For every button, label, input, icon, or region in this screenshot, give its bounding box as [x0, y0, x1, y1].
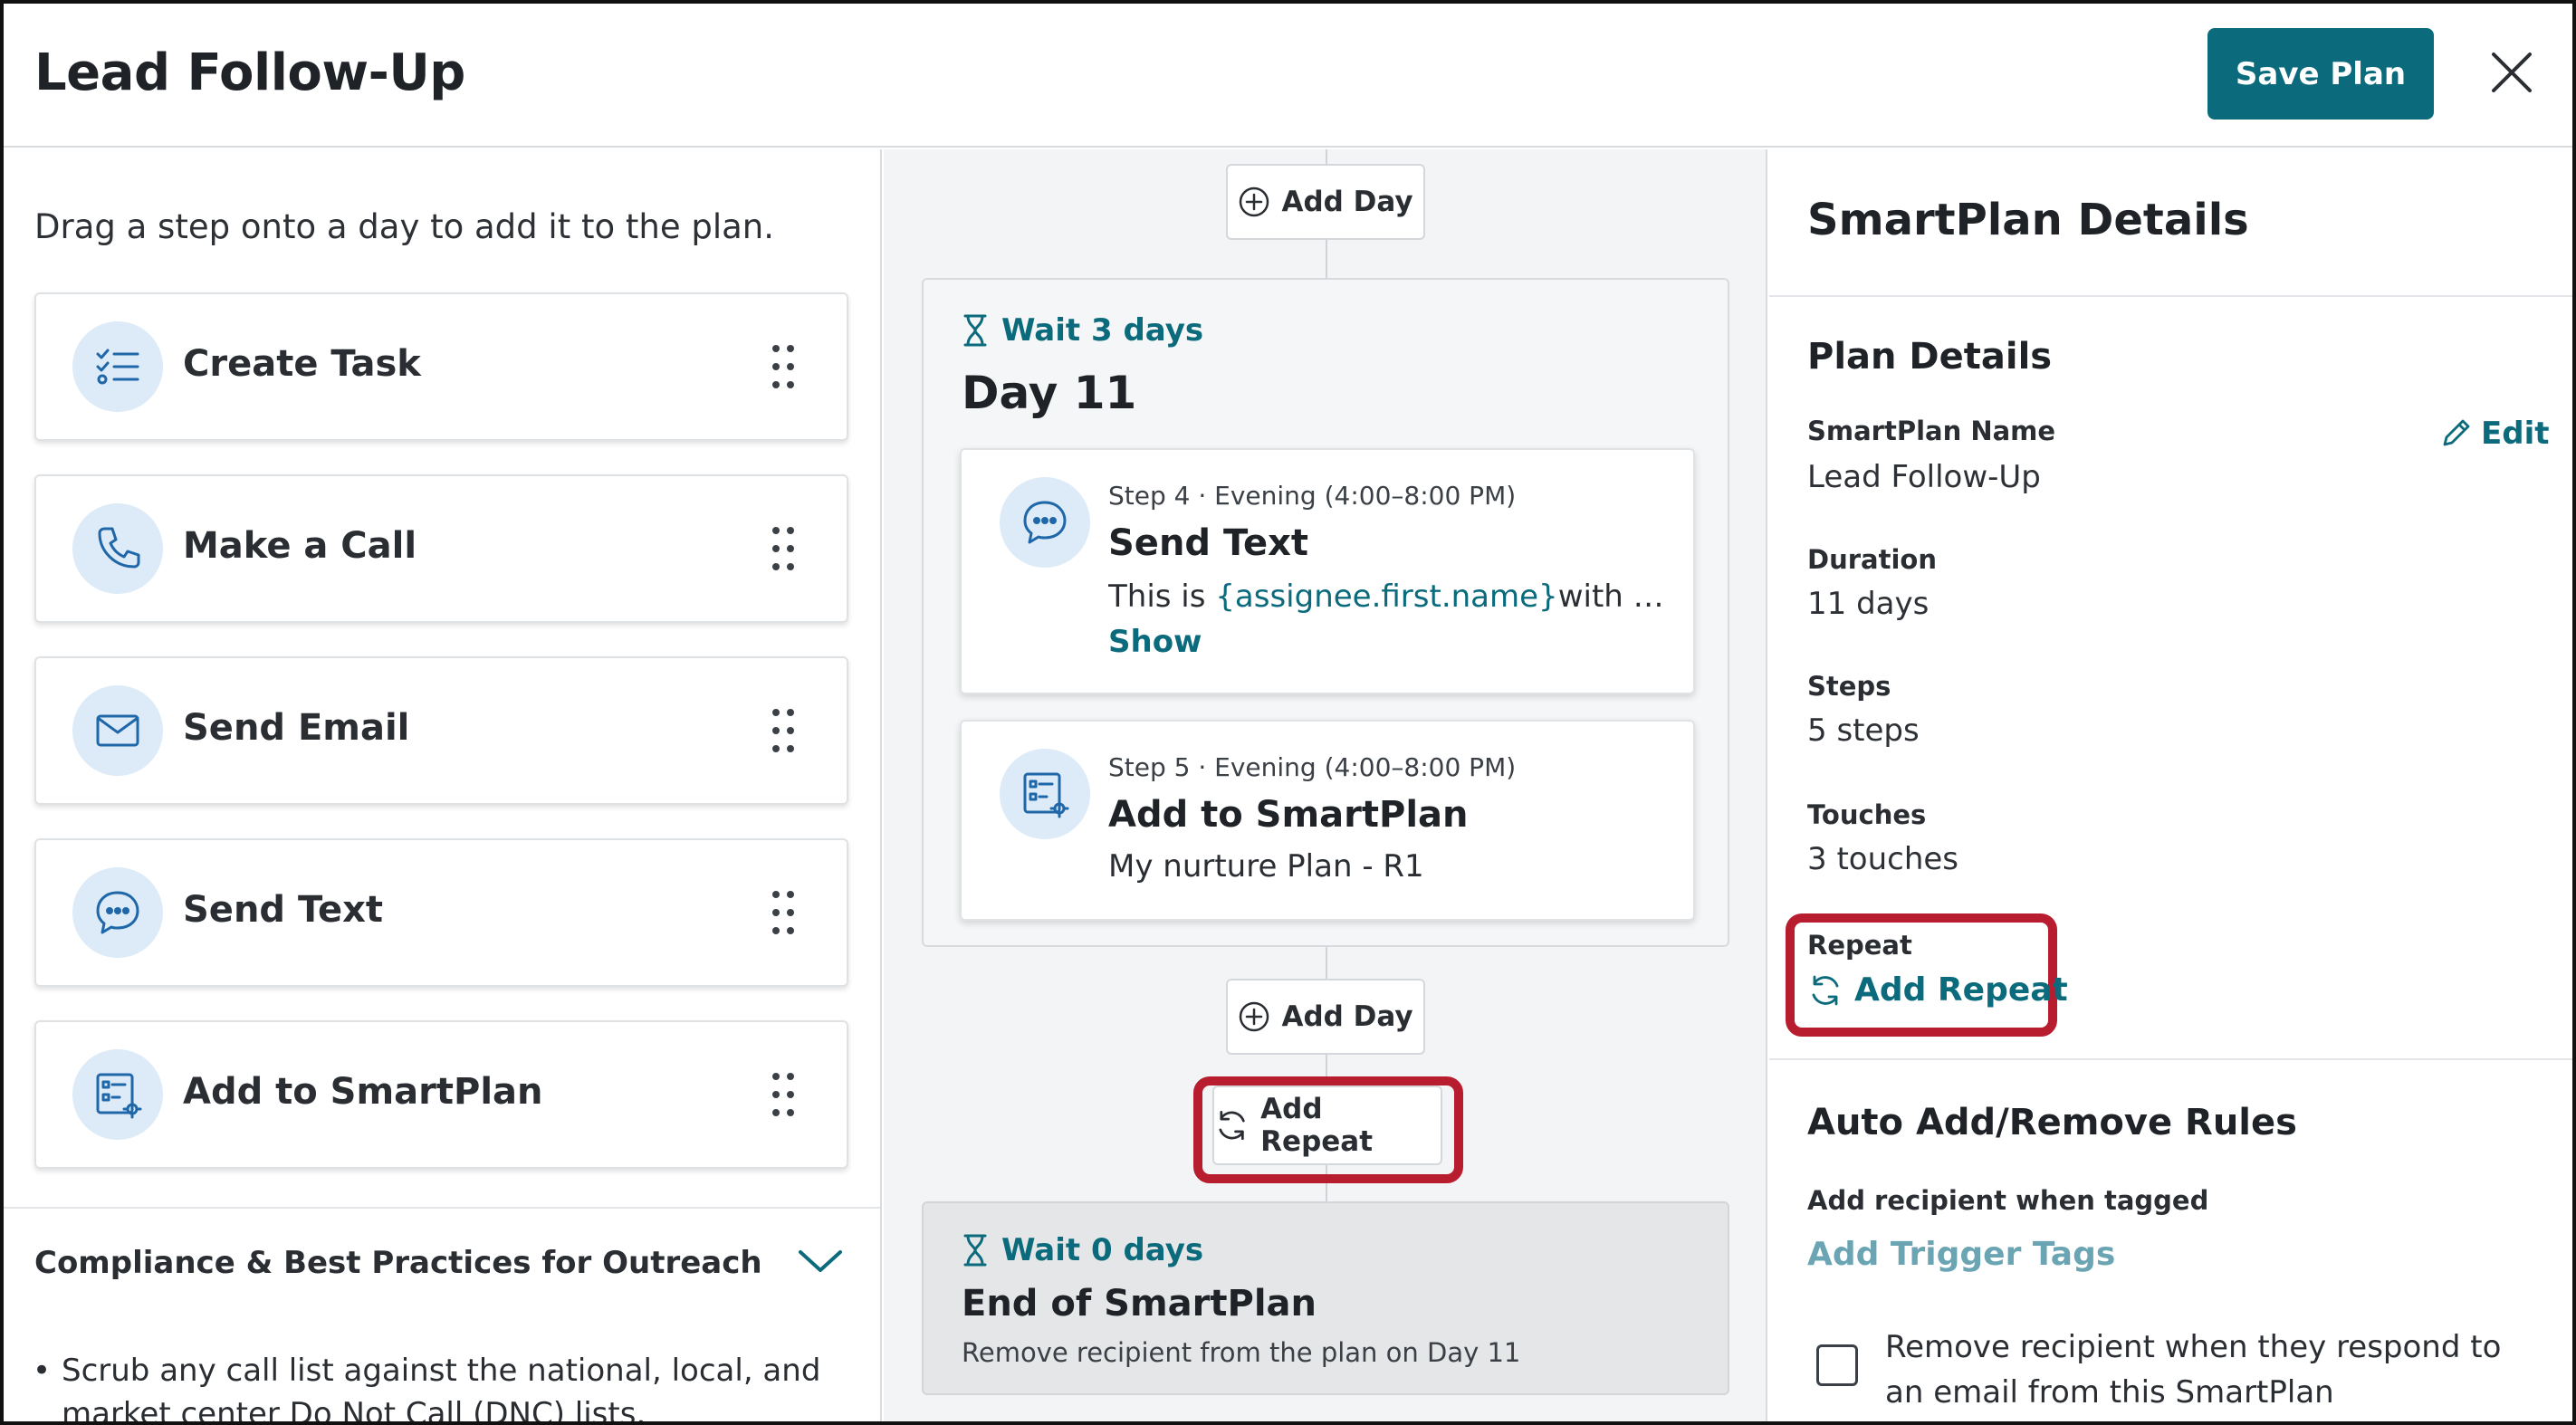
add-trigger-tags-link[interactable]: Add Trigger Tags: [1807, 1236, 2115, 1273]
details-divider: [1769, 1058, 2572, 1060]
repeat-icon: [1812, 975, 1839, 1005]
plan-timeline-panel: Add Day Wait 3 days Day 11 Step 4 · Even…: [884, 149, 1767, 1421]
end-subtitle: Remove recipient from the plan on Day 11: [962, 1337, 1521, 1368]
plus-circle-icon: [1240, 186, 1269, 217]
drag-handle-icon[interactable]: [770, 343, 797, 390]
day-title: Day 11: [962, 367, 1137, 419]
end-of-plan-card: Wait 0 days End of SmartPlan Remove reci…: [922, 1201, 1729, 1395]
compliance-accordion-title[interactable]: Compliance & Best Practices for Outreach: [34, 1245, 762, 1281]
save-plan-button[interactable]: Save Plan: [2207, 28, 2434, 120]
palette-hint: Drag a step onto a day to add it to the …: [34, 207, 774, 246]
drag-handle-icon[interactable]: [770, 707, 797, 754]
repeat-label: Repeat: [1807, 930, 1912, 961]
add-repeat-label: Add Repeat: [1260, 1093, 1374, 1158]
pencil-icon: [2443, 419, 2470, 446]
details-title: SmartPlan Details: [1807, 195, 2249, 245]
chevron-down-icon[interactable]: [795, 1243, 846, 1279]
plus-circle-icon: [1240, 1001, 1269, 1032]
palette-step-create-task[interactable]: Create Task: [34, 292, 848, 441]
smartplan-editor-window: Lead Follow-Up Save Plan Drag a step ont…: [0, 0, 2576, 1425]
add-repeat-button[interactable]: Add Repeat: [1212, 1085, 1442, 1165]
tagged-label: Add recipient when tagged: [1807, 1185, 2209, 1216]
add-day-button[interactable]: Add Day: [1226, 979, 1425, 1055]
compliance-list: • Scrub any call list against the nation…: [33, 1349, 858, 1425]
drag-handle-icon[interactable]: [770, 1071, 797, 1118]
step-name: Send Text: [1108, 522, 1308, 564]
plan-step-add-to-smartplan[interactable]: Step 5 · Evening (4:00–8:00 PM) Add to S…: [960, 720, 1695, 921]
wait-duration: Wait 0 days: [962, 1232, 1203, 1268]
hourglass-icon: [963, 314, 987, 347]
hourglass-icon: [963, 1234, 987, 1267]
add-day-button[interactable]: Add Day: [1226, 164, 1425, 240]
close-icon[interactable]: [2486, 47, 2537, 98]
phone-icon: [72, 503, 163, 594]
palette-divider: [4, 1207, 880, 1209]
drag-handle-icon[interactable]: [770, 889, 797, 936]
palette-step-send-email[interactable]: Send Email: [34, 656, 848, 805]
plan-details-heading: Plan Details: [1807, 336, 2053, 378]
step-meta: Step 5 · Evening (4:00–8:00 PM): [1108, 752, 1517, 782]
duration-label: Duration: [1807, 544, 1937, 575]
wait-duration: Wait 3 days: [962, 312, 1203, 349]
page-title: Lead Follow-Up: [34, 43, 465, 102]
chat-bubble-icon: [72, 867, 163, 958]
touches-value: 3 touches: [1807, 841, 1958, 877]
steps-value: 5 steps: [1807, 712, 1920, 749]
add-day-label: Add Day: [1281, 186, 1413, 218]
edit-name-button[interactable]: Edit: [2439, 416, 2549, 452]
step-message-preview: This is {assignee.first.name}with Keller…: [1108, 579, 1679, 615]
header-bar: Lead Follow-Up Save Plan: [4, 4, 2572, 148]
drag-handle-icon[interactable]: [770, 525, 797, 572]
palette-step-add-to-smartplan[interactable]: Add to SmartPlan: [34, 1020, 848, 1169]
step-palette-panel: Drag a step onto a day to add it to the …: [4, 149, 882, 1425]
smartplan-icon: [72, 1049, 163, 1140]
palette-step-label: Send Text: [183, 889, 383, 931]
palette-step-label: Create Task: [183, 343, 421, 385]
step-name: Add to SmartPlan: [1108, 794, 1469, 836]
steps-label: Steps: [1807, 671, 1891, 702]
palette-step-send-text[interactable]: Send Text: [34, 838, 848, 987]
smartplan-details-panel: SmartPlan Details Plan Details SmartPlan…: [1769, 149, 2572, 1421]
rules-heading: Auto Add/Remove Rules: [1807, 1102, 2297, 1143]
remove-on-respond-checkbox[interactable]: [1816, 1344, 1858, 1386]
palette-step-label: Make a Call: [183, 525, 417, 567]
show-more-link[interactable]: Show: [1108, 624, 1202, 660]
add-day-label: Add Day: [1281, 1000, 1413, 1033]
chat-bubble-icon: [1000, 477, 1090, 568]
envelope-icon: [72, 685, 163, 776]
add-repeat-link[interactable]: Add Repeat: [1807, 971, 2068, 1009]
repeat-icon: [1219, 1110, 1245, 1141]
details-divider: [1769, 295, 2572, 297]
day-card: Wait 3 days Day 11 Step 4 · Evening (4:0…: [922, 278, 1729, 947]
plan-step-send-text[interactable]: Step 4 · Evening (4:00–8:00 PM) Send Tex…: [960, 448, 1695, 694]
plan-name-value: Lead Follow-Up: [1807, 459, 2041, 495]
step-meta: Step 4 · Evening (4:00–8:00 PM): [1108, 481, 1517, 511]
remove-on-respond-label: Remove recipient when they respond to an…: [1885, 1329, 2502, 1411]
step-target-plan: My nurture Plan - R1: [1108, 848, 1424, 885]
task-list-icon: [72, 321, 163, 412]
duration-value: 11 days: [1807, 586, 1930, 622]
palette-step-label: Add to SmartPlan: [183, 1071, 543, 1113]
compliance-item: Scrub any call list against the national…: [62, 1353, 821, 1425]
palette-step-make-call[interactable]: Make a Call: [34, 474, 848, 623]
smartplan-icon: [1000, 749, 1090, 839]
touches-label: Touches: [1807, 799, 1927, 830]
template-variable: {assignee.first.name}: [1215, 579, 1558, 615]
palette-step-label: Send Email: [183, 707, 410, 749]
plan-name-label: SmartPlan Name: [1807, 416, 2056, 446]
end-title: End of SmartPlan: [962, 1283, 1317, 1325]
